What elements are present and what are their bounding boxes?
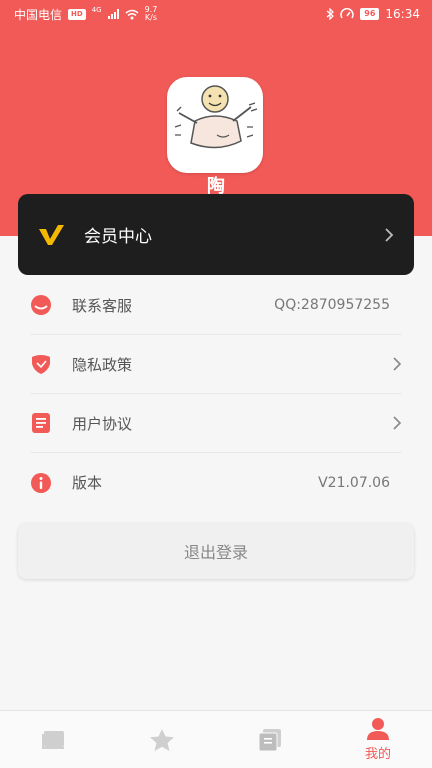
tab-translate[interactable] xyxy=(216,711,324,768)
tab-label: 我的 xyxy=(364,747,391,762)
cartoon-avatar-image xyxy=(174,85,258,149)
shield-icon xyxy=(30,353,52,375)
menu-item-customer-service[interactable]: 联系客服 QQ:2870957255 xyxy=(30,276,402,335)
vip-center-card[interactable]: 会员中心 xyxy=(18,194,414,275)
info-icon xyxy=(30,472,52,494)
menu-item-label: 隐私政策 xyxy=(72,355,133,374)
status-bar: 中国电信 HD 4G 9.7 K/s 96 16:34 xyxy=(0,0,432,28)
vip-logo-icon xyxy=(39,224,64,245)
chevron-right-icon xyxy=(393,416,402,430)
vip-center-label: 会员中心 xyxy=(84,227,152,247)
menu-item-user-agreement[interactable]: 用户协议 xyxy=(30,394,402,453)
speed-unit: K/s xyxy=(144,13,157,22)
settings-menu: 联系客服 QQ:2870957255 隐私政策 用户协议 版本 V21.07.0… xyxy=(0,276,432,512)
chevron-right-icon xyxy=(385,227,394,242)
star-icon xyxy=(150,728,174,751)
battery-indicator: 96 xyxy=(360,8,380,20)
person-icon xyxy=(367,718,389,740)
speedometer-icon xyxy=(340,8,354,19)
menu-item-value: QQ:2870957255 xyxy=(274,297,390,313)
chat-bubble-icon xyxy=(30,294,52,316)
tab-favorites[interactable] xyxy=(108,711,216,768)
signal-icon xyxy=(107,9,119,19)
carrier-label: 中国电信 xyxy=(14,7,63,22)
wifi-icon xyxy=(125,9,139,19)
network-type: 4G xyxy=(91,5,102,14)
tab-library[interactable] xyxy=(0,711,108,768)
menu-item-label: 版本 xyxy=(72,474,103,492)
translate-icon xyxy=(258,728,281,751)
book-icon xyxy=(42,730,64,749)
avatar[interactable] xyxy=(167,77,263,173)
logout-button[interactable]: 退出登录 xyxy=(18,523,414,579)
hd-badge: HD xyxy=(68,8,86,20)
tab-mine[interactable]: 我的 xyxy=(324,711,432,768)
menu-item-label: 用户协议 xyxy=(72,414,133,433)
bluetooth-icon xyxy=(326,8,335,20)
menu-item-label: 联系客服 xyxy=(72,296,133,315)
clock: 16:34 xyxy=(385,7,420,21)
bottom-tab-bar: 我的 xyxy=(0,710,432,768)
network-speed: 9.7 K/s xyxy=(145,6,158,22)
chevron-right-icon xyxy=(393,357,402,371)
menu-item-privacy-policy[interactable]: 隐私政策 xyxy=(30,335,402,394)
menu-item-value: V21.07.06 xyxy=(318,474,390,491)
menu-item-version[interactable]: 版本 V21.07.06 xyxy=(30,453,402,512)
document-icon xyxy=(30,412,52,434)
